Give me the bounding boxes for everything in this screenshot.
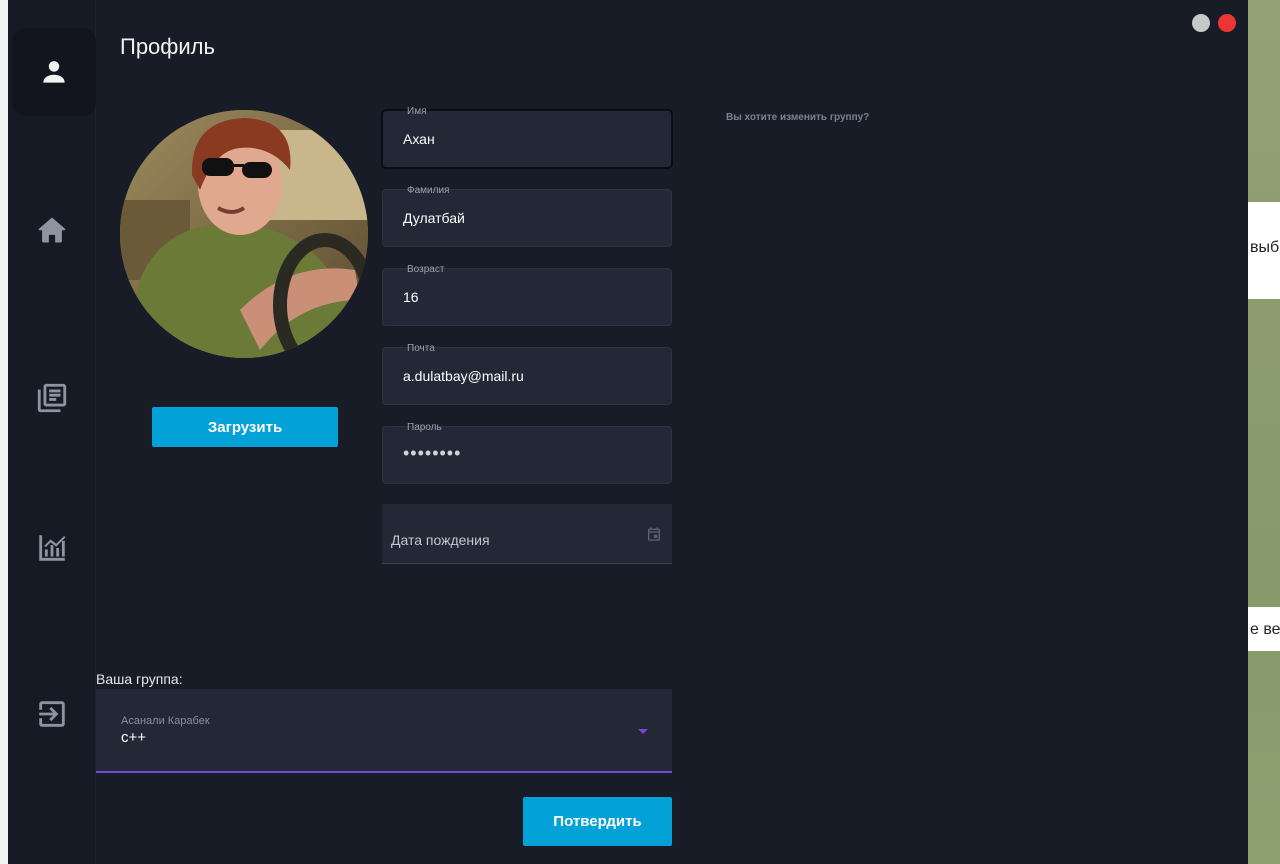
age-field[interactable]: Возраст 16 bbox=[382, 264, 672, 326]
field-label: Пароль bbox=[407, 422, 442, 433]
library-icon bbox=[37, 383, 67, 413]
user-icon bbox=[43, 61, 65, 83]
field-label: Почта bbox=[407, 343, 435, 354]
password-field[interactable]: Пароль •••••••• bbox=[382, 422, 672, 484]
change-group-prompt: Вы хотите изменить группу? bbox=[726, 112, 870, 123]
avatar-photo bbox=[120, 110, 368, 358]
field-label: Возраст bbox=[407, 264, 445, 275]
group-select[interactable]: Асанали Карабек c++ bbox=[96, 689, 672, 773]
group-label: Ваша группа: bbox=[96, 671, 183, 687]
field-label: Имя bbox=[407, 106, 427, 117]
email-input[interactable]: a.dulatbay@mail.ru bbox=[403, 368, 653, 384]
background-card-text: е вес bbox=[1250, 621, 1280, 638]
avatar bbox=[120, 110, 368, 358]
sidebar-item-home[interactable] bbox=[8, 186, 96, 274]
home-icon bbox=[38, 217, 66, 243]
sidebar-item-stats[interactable] bbox=[8, 504, 96, 592]
last-name-field[interactable]: Фамилия Дулатбай bbox=[382, 185, 672, 247]
sidebar bbox=[8, 0, 96, 864]
group-value: c++ bbox=[121, 729, 147, 746]
caret-down-icon[interactable] bbox=[638, 729, 648, 734]
password-input[interactable]: •••••••• bbox=[403, 443, 653, 464]
logout-icon bbox=[39, 701, 65, 727]
confirm-button[interactable]: Потвердить bbox=[523, 797, 672, 846]
background-card-text: выб bbox=[1250, 239, 1280, 256]
profile-window: Профиль Загрузить Имя Ахан Фамилия Дулат… bbox=[8, 0, 1248, 864]
age-input[interactable]: 16 bbox=[403, 289, 653, 305]
background-wallpaper bbox=[1248, 0, 1280, 864]
sidebar-item-library[interactable] bbox=[8, 354, 96, 442]
upload-button[interactable]: Загрузить bbox=[152, 407, 338, 447]
minimize-button[interactable] bbox=[1192, 14, 1210, 32]
birth-date-field[interactable]: Дата пождения bbox=[382, 504, 672, 564]
chart-icon bbox=[39, 535, 66, 561]
last-name-input[interactable]: Дулатбай bbox=[403, 210, 653, 226]
background-card: е вес bbox=[1248, 607, 1280, 651]
group-teacher: Асанали Карабек bbox=[121, 715, 210, 727]
first-name-input[interactable]: Ахан bbox=[403, 131, 653, 147]
close-button[interactable] bbox=[1218, 14, 1236, 32]
calendar-icon[interactable] bbox=[646, 526, 662, 542]
field-label: Фамилия bbox=[407, 185, 450, 196]
birth-date-placeholder: Дата пождения bbox=[391, 532, 490, 548]
sidebar-item-logout[interactable] bbox=[8, 670, 96, 758]
page-title: Профиль bbox=[120, 34, 215, 59]
email-field[interactable]: Почта a.dulatbay@mail.ru bbox=[382, 343, 672, 405]
first-name-field[interactable]: Имя Ахан bbox=[382, 106, 672, 168]
sidebar-item-profile[interactable] bbox=[12, 28, 96, 116]
background-card: выб bbox=[1248, 202, 1280, 299]
background-window-edge bbox=[0, 0, 8, 864]
